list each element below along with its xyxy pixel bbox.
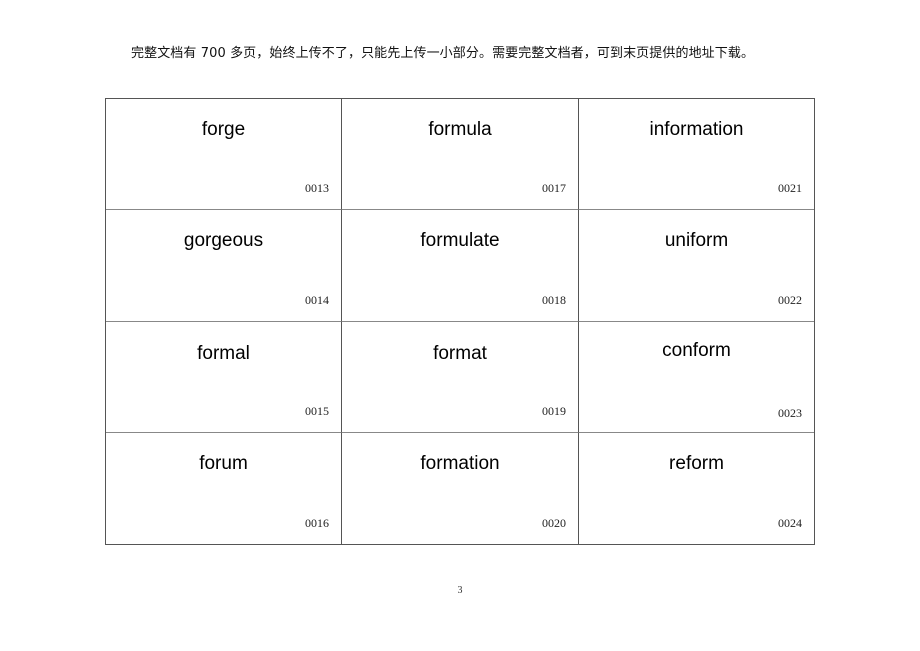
- card-code: 0024: [778, 516, 802, 530]
- word-card: conform 0023: [579, 322, 814, 433]
- card-code: 0015: [305, 404, 329, 418]
- card-word: formula: [428, 119, 492, 140]
- word-card: uniform 0022: [579, 210, 814, 322]
- card-word: format: [433, 343, 487, 364]
- card-word: conform: [662, 340, 731, 361]
- card-word: forum: [199, 453, 248, 474]
- card-word: gorgeous: [183, 230, 264, 251]
- word-card: formation 0020: [342, 433, 579, 544]
- card-word: formation: [420, 453, 500, 474]
- card-code: 0019: [542, 404, 566, 418]
- word-card: formulate 0018: [342, 210, 579, 322]
- card-code: 0017: [542, 181, 566, 195]
- word-card-grid: forge 0013 formula 0017 information 0021…: [105, 98, 815, 545]
- card-code: 0014: [305, 293, 329, 307]
- word-card: formula 0017: [342, 99, 579, 210]
- card-code: 0022: [778, 293, 802, 307]
- card-code: 0018: [542, 293, 566, 307]
- word-card: reform 0024: [579, 433, 814, 544]
- card-word: formal: [197, 343, 250, 364]
- card-word: reform: [669, 453, 724, 474]
- card-word: information: [649, 119, 744, 140]
- card-code: 0023: [778, 406, 802, 420]
- word-card: formal 0015: [106, 322, 342, 433]
- word-card: information 0021: [579, 99, 814, 210]
- page-number: 3: [457, 585, 463, 596]
- card-code: 0021: [778, 181, 802, 195]
- word-card: gorgeous 0014: [106, 210, 342, 322]
- upload-notice: 完整文档有 700 多页，始终上传不了，只能先上传一小部分。需要完整文档者，可到…: [131, 46, 755, 61]
- card-word: formulate: [420, 230, 500, 251]
- card-word: uniform: [664, 230, 729, 251]
- word-card: forge 0013: [106, 99, 342, 210]
- card-code: 0020: [542, 516, 566, 530]
- card-code: 0016: [305, 516, 329, 530]
- word-card: forum 0016: [106, 433, 342, 544]
- card-word: forge: [201, 119, 246, 140]
- card-code: 0013: [305, 181, 329, 195]
- word-card: format 0019: [342, 322, 579, 433]
